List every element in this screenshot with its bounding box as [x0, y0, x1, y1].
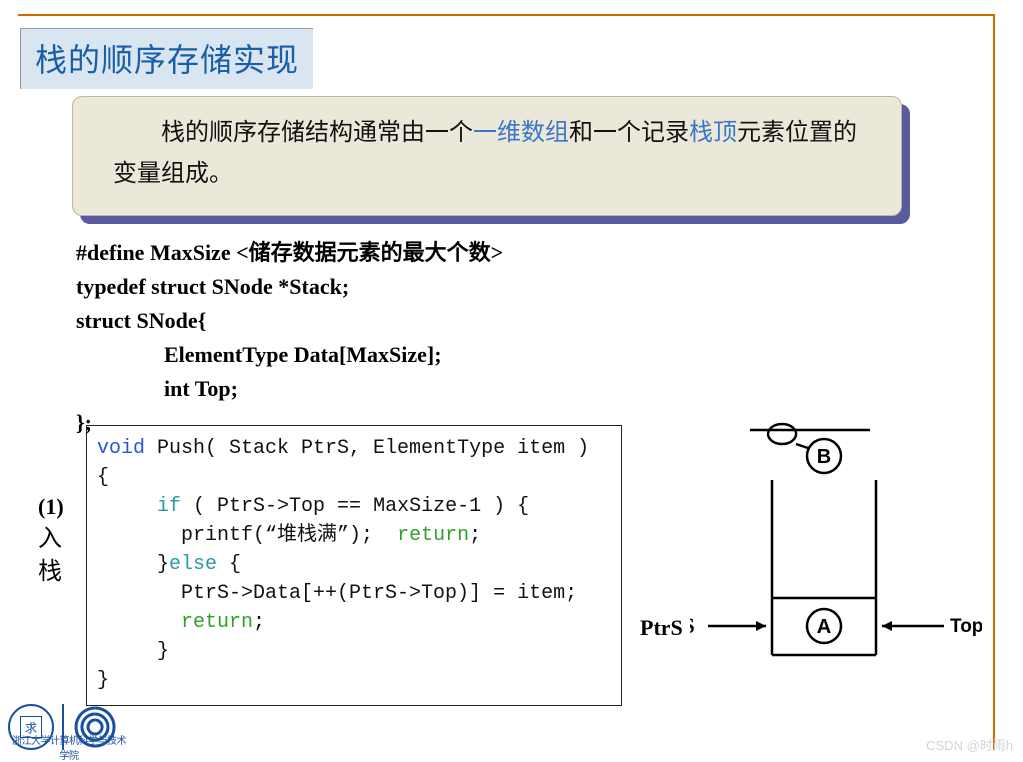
intro-highlight-array: 一维数组 — [473, 120, 569, 146]
footer-org-text: 浙江大学计算机科学与技术学院 — [8, 732, 130, 762]
push-label-zh: 入 — [38, 526, 62, 552]
string-literal: “堆栈满” — [265, 524, 349, 547]
slide-title: 栈的顺序存储实现 — [20, 28, 313, 89]
code-frag — [97, 495, 157, 518]
code-line: ElementType Data[MaxSize]; — [164, 338, 503, 372]
code-frag: { — [217, 553, 241, 576]
code-line: typedef struct SNode *Stack; — [76, 270, 503, 304]
node-b-label: B — [817, 446, 831, 468]
code-frag: > — [491, 240, 504, 265]
push-label-zh: 栈 — [38, 559, 62, 585]
code-line: struct SNode{ — [76, 304, 503, 338]
kw-void: void — [97, 437, 145, 460]
intro-box: 栈的顺序存储结构通常由一个一维数组和一个记录栈顶元素位置的变量组成。 — [72, 96, 902, 216]
code-line: int Top; — [164, 372, 503, 406]
push-label-num: (1) — [38, 494, 64, 519]
intro-text: 栈的顺序存储结构通常由一个一维数组和一个记录栈顶元素位置的变量组成。 — [72, 96, 902, 216]
push-function-code: void Push( Stack PtrS, ElementType item … — [86, 425, 622, 706]
intro-frag: 栈的顺序存储结构通常由一个 — [161, 120, 473, 146]
code-frag: ( PtrS->Top == MaxSize-1 ) { — [181, 495, 529, 518]
kw-else: else — [169, 553, 217, 576]
code-frag: } — [97, 553, 169, 576]
kw-return: return — [181, 611, 253, 634]
stack-diagram: B A PtrS Top — [690, 420, 982, 680]
push-label: (1) 入 栈 — [38, 492, 64, 590]
kw-if: if — [157, 495, 181, 518]
code-frag: ; — [253, 611, 265, 634]
node-a-label: A — [817, 616, 831, 638]
code-frag: } — [97, 640, 169, 663]
code-frag: } — [97, 669, 109, 692]
intro-frag: 和一个记录 — [569, 120, 689, 146]
code-frag: #define MaxSize < — [76, 240, 249, 265]
code-frag: Push( Stack PtrS, ElementType item ) — [145, 437, 589, 460]
intro-highlight-top: 栈顶 — [689, 120, 737, 146]
code-frag: ; — [469, 524, 481, 547]
top-label: Top — [950, 616, 982, 637]
code-frag-zh: 储存数据元素的最大个数 — [249, 240, 491, 265]
code-frag: PtrS->Data[++(PtrS->Top)] = item; — [97, 582, 577, 605]
code-frag: printf( — [97, 524, 265, 547]
code-frag: { — [97, 466, 109, 489]
struct-definition-code: #define MaxSize <储存数据元素的最大个数> typedef st… — [76, 236, 503, 441]
ptrs-label-text: PtrS — [640, 615, 683, 641]
watermark-text: CSDN @时雨h — [926, 735, 1013, 754]
ptrs-label: PtrS — [690, 613, 695, 638]
kw-return: return — [397, 524, 469, 547]
code-frag — [97, 611, 181, 634]
code-line: #define MaxSize <储存数据元素的最大个数> — [76, 236, 503, 270]
code-frag: ); — [349, 524, 397, 547]
